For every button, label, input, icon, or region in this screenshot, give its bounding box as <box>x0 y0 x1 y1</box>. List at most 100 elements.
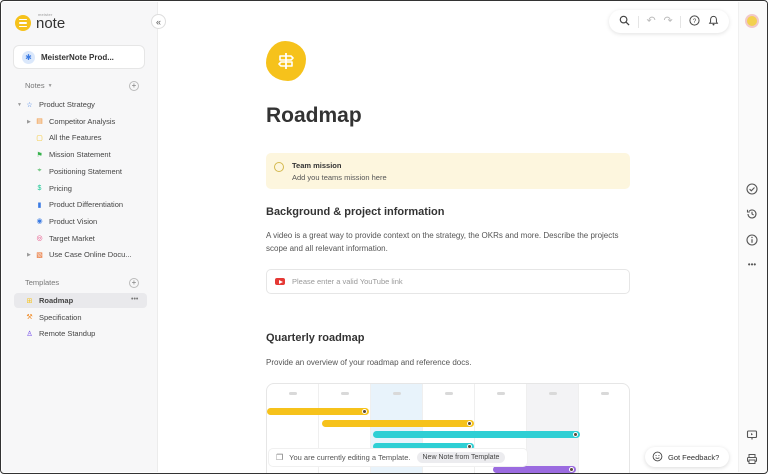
star-icon: ☆ <box>26 101 33 109</box>
chevron-down-icon[interactable]: ▼ <box>17 102 22 108</box>
sidebar-item-label: Positioning Statement <box>49 166 122 176</box>
gantt-bar[interactable] <box>492 465 577 473</box>
target-icon: ◎ <box>36 235 43 243</box>
sidebar-item[interactable]: ◉ Product Vision <box>35 214 97 229</box>
more-options-icon[interactable]: ••• <box>131 296 138 303</box>
notes-section-header[interactable]: Notes ▼ <box>25 81 53 90</box>
chevron-right-icon[interactable]: ▶ <box>27 252 31 258</box>
workspace-name: MeisterNote Prod... <box>41 52 114 62</box>
chevron-right-icon[interactable]: ▶ <box>27 119 31 125</box>
gantt-column-header <box>341 392 349 395</box>
sidebar-item[interactable]: $ Pricing <box>35 181 72 196</box>
gantt-column <box>579 384 629 473</box>
history-icon[interactable] <box>746 208 758 220</box>
gantt-column-header <box>497 392 505 395</box>
gantt-column-header <box>289 392 297 395</box>
assignee-avatar <box>467 443 473 449</box>
assignee-avatar <box>569 466 575 472</box>
callout-text: Add you teams mission here <box>292 173 387 182</box>
workspace-icon: ✱ <box>22 50 35 64</box>
svg-text:?: ? <box>693 17 697 24</box>
chevron-down-icon: ▼ <box>47 82 53 89</box>
logo-text: note <box>36 14 66 32</box>
roadmap-heading[interactable]: Quarterly roadmap <box>266 332 364 344</box>
template-item[interactable]: ⚒ Specification <box>25 310 82 325</box>
workspace-selector[interactable]: ✱ MeisterNote Prod... <box>13 45 145 69</box>
sidebar-item[interactable]: ▢ All the Features <box>35 130 102 145</box>
sidebar-item[interactable]: ▮ Product Differentiation <box>35 197 124 212</box>
print-icon[interactable] <box>746 453 758 465</box>
team-mission-callout[interactable]: Team mission Add you teams mission here <box>266 153 630 189</box>
sidebar-item[interactable]: ⌖ Positioning Statement <box>35 164 122 179</box>
user-avatar[interactable] <box>745 14 759 28</box>
pin-icon: ⌖ <box>37 167 42 175</box>
background-paragraph[interactable]: A video is a great way to provide contex… <box>266 230 628 255</box>
assignee-avatar <box>467 420 473 426</box>
redo-icon[interactable]: ↷ <box>663 16 672 27</box>
check-circle-icon[interactable] <box>746 183 758 195</box>
info-icon[interactable] <box>746 234 758 246</box>
search-icon[interactable] <box>619 15 630 29</box>
roadmap-paragraph[interactable]: Provide an overview of your roadmap and … <box>266 357 628 370</box>
templates-section-header: Templates <box>25 278 60 287</box>
top-toolbar: ↶ ↷ ? <box>609 10 729 33</box>
template-notice: ❐ You are currently editing a Template. … <box>269 449 527 466</box>
sidebar-item-label: Mission Statement <box>49 150 111 160</box>
sidebar-item-label: Product Vision <box>49 216 98 226</box>
assignee-avatar <box>573 432 579 437</box>
gantt-column-header <box>445 392 453 395</box>
template-item[interactable]: ⊞ Roadmap <box>25 293 74 308</box>
signpost-icon: ⊞ <box>26 297 33 305</box>
template-notice-text: You are currently editing a Template. <box>289 453 411 462</box>
template-item-label: Roadmap <box>39 296 74 305</box>
presentation-icon[interactable] <box>746 429 758 441</box>
sidebar-item[interactable]: ▧ Use Case Online Docu... <box>35 247 132 262</box>
callout-title: Team mission <box>292 161 342 170</box>
new-note-from-template-button[interactable]: New Note from Template <box>416 452 506 463</box>
gantt-bar[interactable] <box>372 431 581 438</box>
help-icon[interactable]: ? <box>689 14 700 29</box>
app-logo[interactable]: meister note <box>15 11 66 33</box>
background-heading[interactable]: Background & project information <box>266 206 444 218</box>
add-note-button[interactable]: + <box>129 81 139 91</box>
signpost-icon[interactable] <box>266 41 306 81</box>
gantt-column-header <box>601 392 609 395</box>
template-item[interactable]: ♙ Remote Standup <box>25 326 95 341</box>
logo-icon <box>15 15 31 31</box>
feedback-button[interactable]: Got Feedback? <box>645 447 729 467</box>
sidebar-item[interactable]: ☆ Product Strategy <box>25 97 95 112</box>
sidebar-item-label: All the Features <box>49 133 102 143</box>
sidebar-item[interactable]: ◎ Target Market <box>35 231 94 246</box>
square-icon: ▢ <box>36 134 43 142</box>
undo-icon[interactable]: ↶ <box>646 16 655 27</box>
more-icon[interactable]: ••• <box>746 259 758 271</box>
sidebar-item-label: Pricing <box>49 183 72 193</box>
hammer-icon: ⚒ <box>26 314 33 322</box>
feedback-icon <box>652 451 663 464</box>
gantt-bar[interactable] <box>321 419 475 427</box>
sidebar-item[interactable]: ⚑ Mission Statement <box>35 147 111 162</box>
gantt-column-header <box>393 392 401 395</box>
youtube-placeholder: Please enter a valid YouTube link <box>292 277 403 286</box>
dollar-icon: $ <box>37 184 42 192</box>
template-item-label: Specification <box>39 312 82 322</box>
bell-icon[interactable] <box>708 15 719 29</box>
sidebar-item-label: Competitor Analysis <box>49 116 116 126</box>
sidebar-item-label: Product Differentiation <box>49 200 124 210</box>
add-template-button[interactable]: + <box>129 278 139 288</box>
gantt-column-header <box>549 392 557 395</box>
sidebar-item-label: Use Case Online Docu... <box>49 250 132 260</box>
app-window: meister note « ✱ MeisterNote Prod... Not… <box>0 0 768 474</box>
person-icon: ♙ <box>26 330 33 338</box>
logo-sup: meister <box>38 11 53 17</box>
youtube-link-input[interactable]: Please enter a valid YouTube link <box>266 269 630 294</box>
feedback-label: Got Feedback? <box>668 452 720 462</box>
page-title[interactable]: Roadmap <box>266 104 362 128</box>
sidebar-item-label: Product Strategy <box>39 100 95 109</box>
collapse-sidebar-button[interactable]: « <box>151 14 166 29</box>
youtube-icon <box>275 278 285 285</box>
gantt-column <box>527 384 579 473</box>
doc-icon: ▧ <box>36 251 43 259</box>
gantt-bar[interactable] <box>267 408 369 415</box>
sidebar-item[interactable]: ▤ Competitor Analysis <box>35 114 115 129</box>
